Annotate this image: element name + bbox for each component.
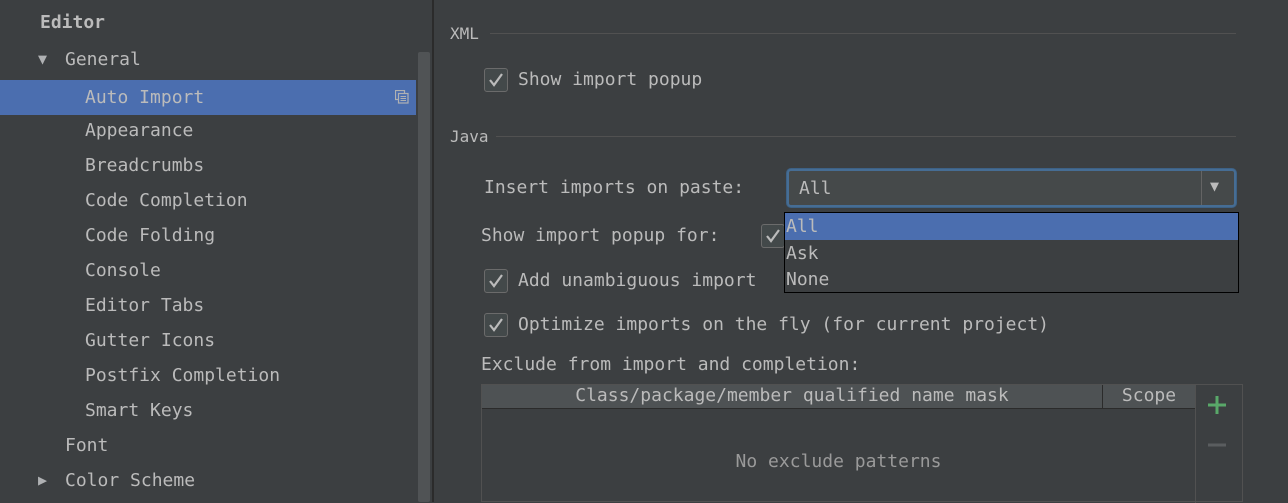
tree-item-editor-tabs[interactable]: Editor Tabs — [0, 288, 432, 323]
insert-imports-label: Insert imports on paste: — [484, 177, 745, 198]
collapse-arrow-icon[interactable]: ▶ — [38, 463, 47, 498]
insert-imports-dropdown-list[interactable]: All Ask None — [784, 212, 1239, 293]
tree-item-auto-import[interactable]: Auto Import — [0, 80, 432, 115]
tree-item-label: Smart Keys — [85, 400, 194, 421]
auto-import-panel: XML Show import popup Java Insert import… — [434, 0, 1288, 503]
dropdown-option-none[interactable]: None — [785, 266, 1238, 293]
dropdown-option-ask[interactable]: Ask — [785, 240, 1238, 267]
dropdown-arrow-icon[interactable]: ▼ — [1210, 177, 1219, 195]
table-header: Class/package/member qualified name mask… — [482, 385, 1195, 409]
checkmark-icon — [766, 229, 780, 243]
tree-item-code-folding[interactable]: Code Folding — [0, 218, 432, 253]
tree-item-label: Auto Import — [85, 87, 205, 108]
tree-item-label: Breadcrumbs — [85, 155, 205, 176]
checkbox-box[interactable] — [484, 269, 508, 293]
tree-item-font[interactable]: Font — [0, 428, 432, 463]
checkbox-label: Add unambiguous import — [518, 270, 757, 291]
checkmark-icon — [489, 318, 503, 332]
tree-item-appearance[interactable]: Appearance — [0, 113, 432, 148]
insert-imports-combobox[interactable]: All ▼ — [787, 169, 1236, 207]
tree-item-label: Console — [85, 260, 161, 281]
exclude-label: Exclude from import and completion: — [481, 354, 861, 375]
combobox-separator — [1201, 171, 1202, 205]
tree-item-smart-keys[interactable]: Smart Keys — [0, 393, 432, 428]
tree-item-code-completion[interactable]: Code Completion — [0, 183, 432, 218]
tree-item-postfix-completion[interactable]: Postfix Completion — [0, 358, 432, 393]
tree-item-label: Color Scheme — [65, 470, 196, 491]
tree-item-label: Appearance — [85, 120, 194, 141]
combobox-value: All — [799, 178, 832, 199]
checkmark-icon — [489, 274, 503, 288]
tree-item-general[interactable]: ▼ General — [0, 42, 432, 77]
checkbox-label: Show import popup — [518, 69, 703, 90]
tree-item-label: Gutter Icons — [85, 330, 216, 351]
tree-item-label: General — [65, 49, 141, 70]
dropdown-option-all[interactable]: All — [785, 213, 1238, 240]
sidebar-scrollbar-thumb[interactable] — [418, 52, 430, 502]
expand-arrow-icon[interactable]: ▼ — [38, 42, 47, 77]
checkbox-box[interactable] — [484, 313, 508, 337]
checkbox-label: Optimize imports on the fly (for current… — [518, 314, 1050, 335]
exclude-patterns-table[interactable]: Class/package/member qualified name mask… — [481, 384, 1243, 503]
tree-root-editor[interactable]: Editor — [40, 12, 105, 33]
section-separator — [496, 136, 1236, 137]
checkbox-box[interactable] — [761, 224, 785, 248]
remove-icon[interactable] — [1207, 435, 1227, 455]
tree-item-label: Code Folding — [85, 225, 216, 246]
column-header-mask[interactable]: Class/package/member qualified name mask — [482, 385, 1102, 409]
tree-item-label: Font — [65, 435, 109, 456]
settings-sidebar: Editor ▼ General Auto Import Appearance … — [0, 0, 432, 502]
section-title-xml: XML — [450, 24, 479, 43]
tree-item-label: Code Completion — [85, 190, 248, 211]
column-header-scope[interactable]: Scope — [1103, 385, 1195, 409]
tree-item-label: Editor Tabs — [85, 295, 205, 316]
copy-settings-icon — [395, 90, 409, 104]
section-title-java: Java — [450, 127, 489, 146]
section-separator — [490, 33, 1236, 34]
table-empty-text: No exclude patterns — [735, 451, 942, 472]
tree-item-color-scheme[interactable]: ▶ Color Scheme — [0, 463, 432, 498]
tree-item-label: Postfix Completion — [85, 365, 281, 386]
checkmark-icon — [489, 73, 503, 87]
tree-item-breadcrumbs[interactable]: Breadcrumbs — [0, 148, 432, 183]
tree-item-console[interactable]: Console — [0, 253, 432, 288]
tree-item-gutter-icons[interactable]: Gutter Icons — [0, 323, 432, 358]
toolbar-separator — [1195, 385, 1196, 503]
add-icon[interactable] — [1207, 395, 1227, 415]
show-popup-for-label: Show import popup for: — [481, 225, 720, 246]
checkbox-box[interactable] — [484, 68, 508, 92]
